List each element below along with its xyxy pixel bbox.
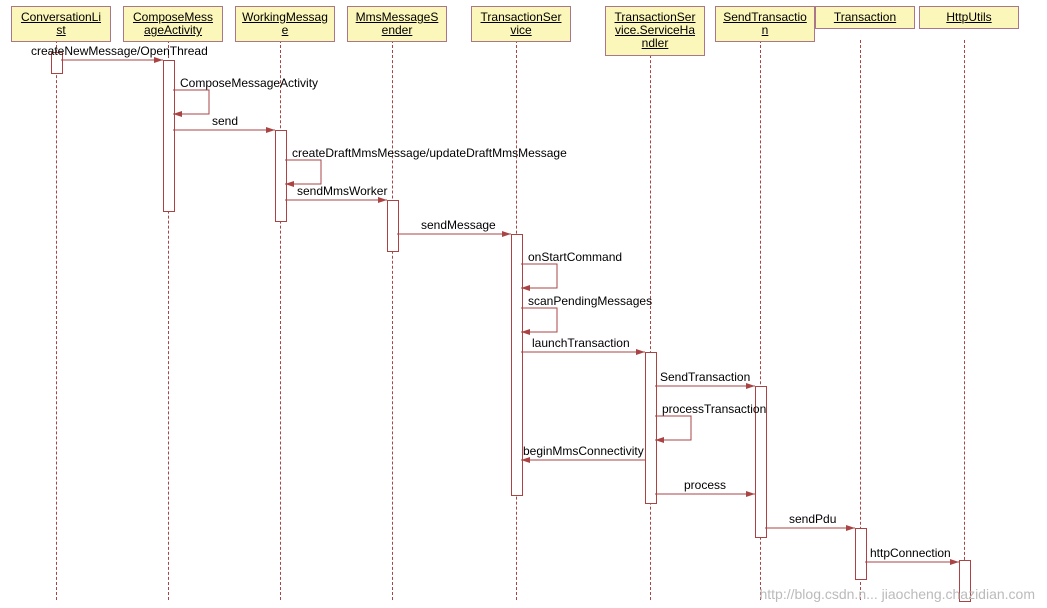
message-label: sendPdu xyxy=(789,512,836,526)
message-label: processTransaction xyxy=(662,402,766,416)
lifeline xyxy=(280,40,281,600)
message-label: onStartCommand xyxy=(528,250,622,264)
activation-bar xyxy=(163,60,175,212)
participant-p5: TransactionService.ServiceHandler xyxy=(605,6,705,56)
message-label: send xyxy=(212,114,238,128)
message-label: sendMmsWorker xyxy=(297,184,387,198)
message-label: sendMessage xyxy=(421,218,496,232)
lifeline xyxy=(56,40,57,600)
sequence-diagram: ConversationList ComposeMessageActivity Wo… xyxy=(0,0,1047,608)
message-label: scanPendingMessages xyxy=(528,294,652,308)
participant-p3: MmsMessageSender xyxy=(347,6,447,42)
lifeline xyxy=(860,40,861,600)
message-label: SendTransaction xyxy=(660,370,750,384)
lifeline xyxy=(650,40,651,600)
activation-bar xyxy=(275,130,287,222)
activation-bar xyxy=(387,200,399,252)
message-label: process xyxy=(684,478,726,492)
lifeline xyxy=(392,40,393,600)
activation-bar xyxy=(855,528,867,580)
message-label: createNewMessage/OpenThread xyxy=(31,44,208,58)
watermark-text: http://blog.csdn.n... jiaocheng.chazidia… xyxy=(759,586,1035,602)
participant-p0: ConversationList xyxy=(11,6,111,42)
message-label: ComposeMessageActivity xyxy=(180,76,318,90)
message-label: httpConnection xyxy=(870,546,951,560)
message-label: createDraftMmsMessage/updateDraftMmsMess… xyxy=(292,146,567,160)
activation-bar xyxy=(511,234,523,496)
activation-bar xyxy=(645,352,657,504)
participant-p8: HttpUtils xyxy=(919,6,1019,29)
arrows-layer xyxy=(0,0,1047,608)
participant-p7: Transaction xyxy=(815,6,915,29)
participant-p2: WorkingMessage xyxy=(235,6,335,42)
message-label: beginMmsConnectivity xyxy=(523,444,644,458)
lifeline xyxy=(964,40,965,600)
participant-p4: TransactionService xyxy=(471,6,571,42)
message-label: launchTransaction xyxy=(532,336,630,350)
participant-p6: SendTransaction xyxy=(715,6,815,42)
participant-p1: ComposeMessageActivity xyxy=(123,6,223,42)
